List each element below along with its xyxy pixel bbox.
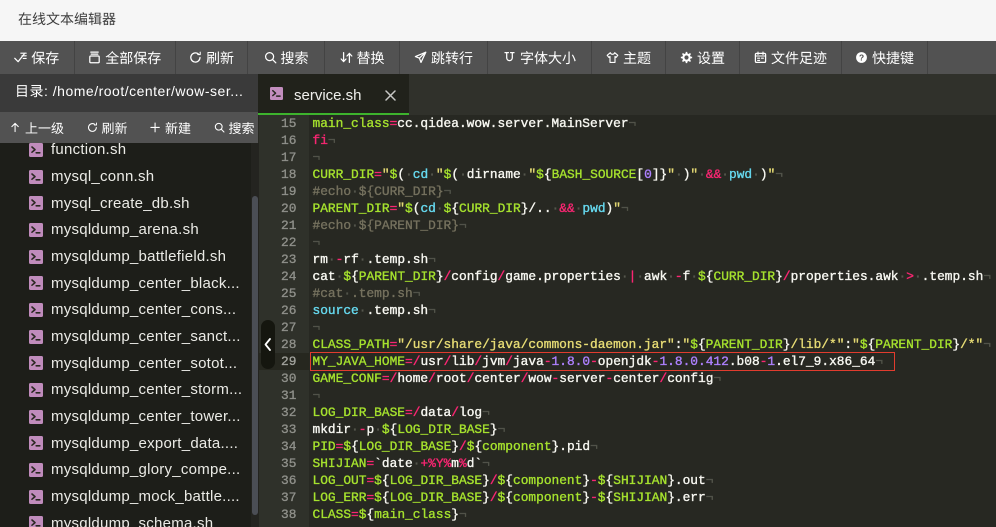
svg-text:?: ?	[859, 52, 864, 62]
